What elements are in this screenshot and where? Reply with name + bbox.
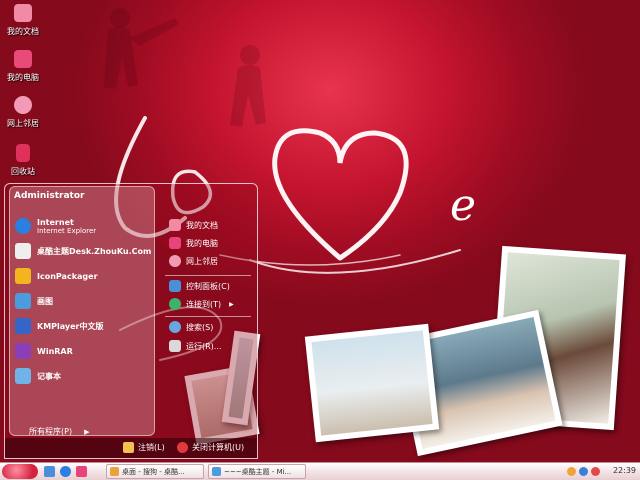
key-icon	[123, 442, 134, 453]
arrow-right-icon: ▶	[84, 428, 90, 436]
desktop-icon-network[interactable]: 网上邻居	[0, 96, 46, 129]
quicklaunch-desktop-icon[interactable]	[44, 466, 55, 477]
desktop-icon-my-documents[interactable]: 我的文档	[0, 4, 46, 37]
search-icon	[169, 321, 181, 333]
desktop-icon-recycle-bin[interactable]: 回收站	[0, 144, 46, 177]
arrow-right-icon: ▶	[229, 300, 234, 308]
quicklaunch-ie-icon[interactable]	[60, 466, 71, 477]
shutdown-button[interactable]: 关闭计算机(U)	[177, 442, 244, 453]
system-connect-to[interactable]: 连接到(T) ▶	[169, 297, 234, 311]
network-places-icon	[14, 96, 32, 114]
program-notepad[interactable]: 记事本	[15, 366, 61, 386]
desktop: e Lo 我的文档 我的电脑 网上邻居 回收站 Administrator In	[0, 0, 640, 462]
start-menu-username: Administrator	[14, 191, 85, 201]
start-menu: Administrator Internet Internet Explorer…	[4, 183, 258, 459]
recycle-bin-icon	[16, 144, 30, 162]
couple-silhouette	[104, 8, 266, 127]
volume-icon[interactable]	[579, 467, 588, 476]
my-computer-icon	[14, 50, 32, 68]
qq-icon[interactable]	[567, 467, 576, 476]
paint-window-icon	[212, 467, 221, 476]
run-icon	[169, 340, 181, 352]
program-winrar[interactable]: WinRAR	[15, 341, 73, 361]
program-desk-theme[interactable]: 桌酷主题Desk.ZhouKu.Com	[15, 241, 151, 261]
clock[interactable]: 22:39	[613, 466, 636, 475]
wallpaper-letter-e: e	[450, 180, 476, 231]
place-network[interactable]: 网上邻居	[169, 254, 218, 268]
program-iconpackager[interactable]: IconPackager	[15, 266, 98, 286]
kmplayer-icon	[15, 318, 31, 334]
network-tray-icon[interactable]	[591, 467, 600, 476]
quicklaunch-media-icon[interactable]	[76, 466, 87, 477]
my-computer-icon	[169, 237, 181, 249]
task-button-paint[interactable]: ~~~桌酷主题 - Mi...	[208, 464, 306, 479]
start-button[interactable]	[2, 464, 38, 479]
program-kmplayer[interactable]: KMPlayer中文版	[15, 316, 104, 336]
connect-to-icon	[169, 298, 181, 310]
desk-theme-icon	[15, 243, 31, 259]
my-documents-icon	[14, 4, 32, 22]
control-panel-icon	[169, 280, 181, 292]
logoff-button[interactable]: 注销(L)	[123, 442, 165, 453]
place-my-documents[interactable]: 我的文档	[169, 218, 218, 232]
browser-icon	[110, 467, 119, 476]
internet-explorer-icon	[15, 218, 31, 234]
all-programs-button[interactable]: 所有程序(P) ▶	[29, 426, 89, 437]
network-places-icon	[169, 255, 181, 267]
iconpackager-icon	[15, 268, 31, 284]
menu-separator	[165, 316, 251, 317]
tool-run[interactable]: 运行(R)...	[169, 339, 221, 353]
my-documents-icon	[169, 219, 181, 231]
taskbar: 桌面 - 搜狗 - 桌酷... ~~~桌酷主题 - Mi... 22:39	[0, 462, 640, 480]
notepad-icon	[15, 368, 31, 384]
program-paint[interactable]: 画图	[15, 291, 53, 311]
menu-separator	[165, 275, 251, 276]
tool-search[interactable]: 搜索(S)	[169, 320, 213, 334]
start-menu-footer: 注销(L) 关闭计算机(U)	[5, 438, 257, 458]
paint-icon	[15, 293, 31, 309]
power-icon	[177, 442, 188, 453]
program-internet-explorer[interactable]: Internet Internet Explorer	[15, 216, 96, 236]
system-control-panel[interactable]: 控制面板(C)	[169, 279, 230, 293]
task-button-browser[interactable]: 桌面 - 搜狗 - 桌酷...	[106, 464, 204, 479]
desktop-icon-my-computer[interactable]: 我的电脑	[0, 50, 46, 83]
winrar-icon	[15, 343, 31, 359]
place-my-computer[interactable]: 我的电脑	[169, 236, 218, 250]
photo-couple-beach	[304, 323, 440, 443]
